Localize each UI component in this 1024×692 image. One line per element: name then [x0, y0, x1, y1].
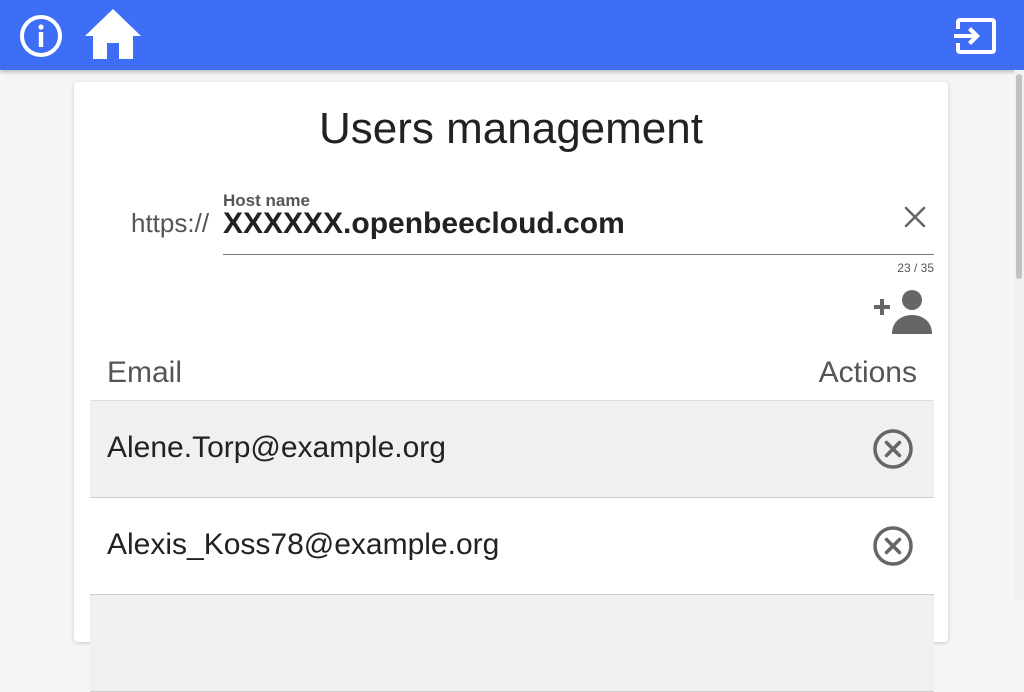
table-row: Alexis_Koss78@example.org [90, 498, 934, 595]
host-name-underline [223, 254, 934, 255]
clear-icon[interactable] [900, 202, 930, 232]
character-counter: 23 / 35 [897, 261, 934, 275]
users-management-card: Users management https:// Host name 23 /… [74, 82, 948, 692]
user-email: Alexis_Koss78@example.org [107, 528, 500, 561]
user-email: Alene.Torp@example.org [107, 431, 446, 464]
cancel-circle-icon[interactable] [872, 525, 914, 567]
table-row [90, 595, 934, 692]
host-prefix: https:// [131, 208, 210, 238]
page-title: Users management [319, 104, 703, 153]
add-user-icon[interactable] [872, 288, 934, 338]
table-row: Alene.Torp@example.org [90, 401, 934, 498]
home-icon[interactable] [82, 6, 144, 62]
cancel-circle-icon[interactable] [872, 428, 914, 470]
column-header-actions: Actions [818, 356, 917, 389]
top-app-bar [0, 0, 1024, 70]
users-table: Email Actions Alene.Torp@example.org Ale… [90, 344, 934, 692]
info-icon[interactable] [18, 13, 64, 59]
table-header: Email Actions [90, 344, 934, 401]
column-header-email[interactable]: Email [107, 356, 182, 390]
host-name-input[interactable] [223, 206, 863, 242]
scrollbar-thumb[interactable] [1016, 74, 1022, 279]
logout-icon[interactable] [950, 10, 1002, 62]
